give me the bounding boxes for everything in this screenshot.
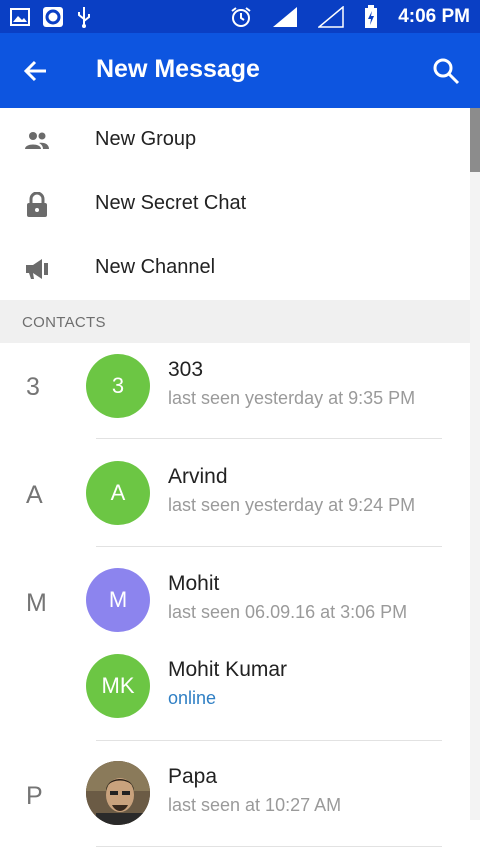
contact-status: last seen yesterday at 9:24 PM xyxy=(168,495,416,515)
page-title: New Message xyxy=(96,55,260,83)
contact-row-papa[interactable]: Papa last seen at 10:27 AM xyxy=(86,761,446,831)
lock-icon xyxy=(27,192,47,217)
scrollbar-track[interactable] xyxy=(470,108,480,820)
battery-charging-icon xyxy=(365,5,378,28)
signal-icon xyxy=(273,7,298,27)
avatar: MK xyxy=(86,654,150,718)
status-bar: 4:06 PM xyxy=(0,0,480,33)
contacts-section-header: CONTACTS xyxy=(0,300,470,343)
contact-name: Arvind xyxy=(168,465,228,488)
index-letter: P xyxy=(26,782,43,810)
index-letter: M xyxy=(26,589,47,617)
usb-icon xyxy=(78,7,90,28)
contact-name: Mohit Kumar xyxy=(168,658,288,681)
contact-name: 303 xyxy=(168,358,204,381)
opera-icon xyxy=(43,7,63,27)
divider xyxy=(96,546,442,547)
divider xyxy=(96,846,442,847)
index-letter: 3 xyxy=(26,373,40,401)
group-icon xyxy=(25,132,49,149)
app-bar: New Message xyxy=(0,33,480,108)
contact-status: last seen yesterday at 9:35 PM xyxy=(168,388,416,408)
contact-status: last seen at 10:27 AM xyxy=(168,795,342,815)
index-letter: A xyxy=(26,481,43,509)
contact-name: Papa xyxy=(168,765,218,788)
contact-status: online xyxy=(168,688,217,708)
contact-row-mohit-kumar[interactable]: MK Mohit Kumar online xyxy=(86,654,446,724)
avatar: 3 xyxy=(86,354,150,418)
divider xyxy=(96,740,442,741)
menu-item-new-secret-chat[interactable]: New Secret Chat xyxy=(0,172,470,236)
avatar xyxy=(86,761,150,825)
section-label: CONTACTS xyxy=(22,314,106,331)
status-time: 4:06 PM xyxy=(398,6,470,27)
menu-item-label: New Secret Chat xyxy=(95,192,247,214)
contact-row-arvind[interactable]: A Arvind last seen yesterday at 9:24 PM xyxy=(86,461,446,531)
menu-item-label: New Group xyxy=(95,128,197,150)
signal-empty-icon xyxy=(318,6,344,28)
megaphone-icon xyxy=(26,259,48,279)
gallery-icon xyxy=(10,8,30,26)
menu-item-new-group[interactable]: New Group xyxy=(0,108,470,172)
avatar: A xyxy=(86,461,150,525)
divider xyxy=(96,438,442,439)
profile-photo xyxy=(86,761,150,825)
menu-item-new-channel[interactable]: New Channel xyxy=(0,236,470,300)
scrollbar-thumb[interactable] xyxy=(470,108,480,172)
menu-item-label: New Channel xyxy=(95,256,216,278)
avatar: M xyxy=(86,568,150,632)
contact-status: last seen 06.09.16 at 3:06 PM xyxy=(168,602,408,622)
contact-row-mohit[interactable]: M Mohit last seen 06.09.16 at 3:06 PM xyxy=(86,568,446,638)
search-icon[interactable] xyxy=(432,57,460,85)
contact-row-303[interactable]: 3 303 last seen yesterday at 9:35 PM xyxy=(86,354,446,424)
alarm-icon xyxy=(231,7,251,27)
contact-name: Mohit xyxy=(168,572,220,595)
arrow-left-icon[interactable] xyxy=(22,57,50,85)
